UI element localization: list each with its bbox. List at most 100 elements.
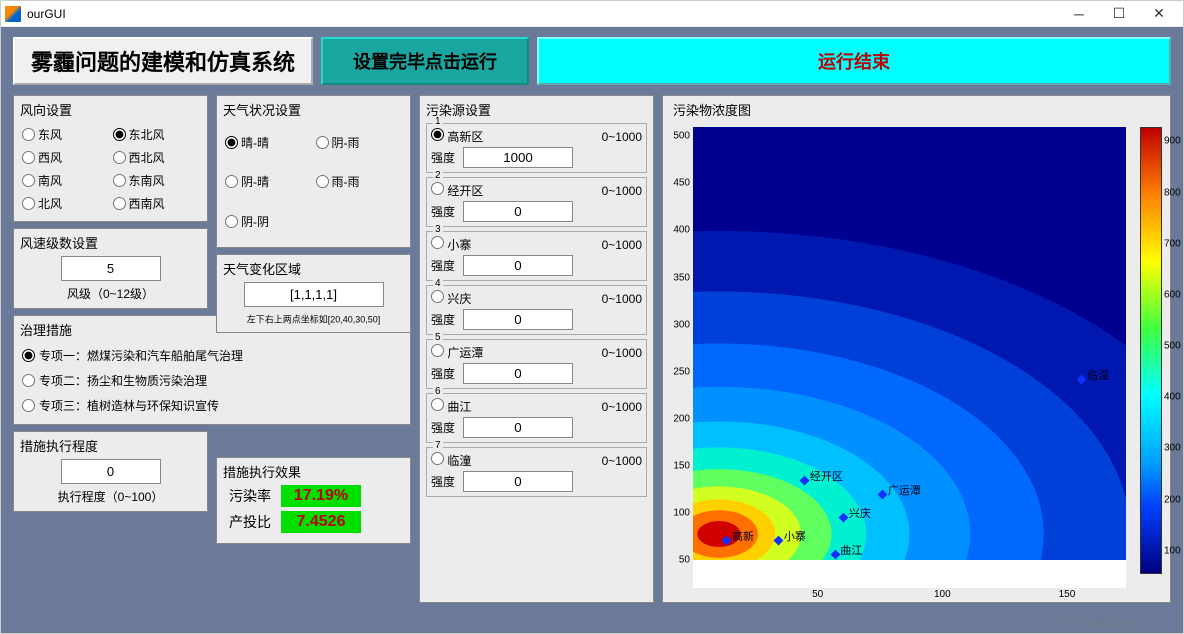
colorbar-tick: 300: [1161, 443, 1181, 454]
x-tick: 50: [812, 588, 823, 600]
exec-level-title: 措施执行程度: [20, 436, 201, 455]
intensity-input[interactable]: [463, 471, 573, 492]
intensity-input[interactable]: [463, 417, 573, 438]
wind-direction-panel: 风向设置 东风 东北风 西风 西北风 南风 东南风 北风 西南风: [13, 95, 208, 222]
x-tick: 100: [934, 588, 951, 600]
pollution-range: 0~1000: [602, 454, 642, 468]
pollution-source-group: 3 小寨0~1000 强度: [426, 231, 647, 281]
weather-option[interactable]: 阴-雨: [314, 123, 405, 162]
marker-label: 曲江: [840, 542, 862, 558]
titlebar: ourGUI ─ ☐ ✕: [1, 1, 1183, 27]
pollution-range: 0~1000: [602, 292, 642, 306]
system-title: 雾霾问题的建模和仿真系统: [13, 37, 313, 85]
colorbar-tick: 600: [1161, 289, 1181, 300]
marker-label: 小寨: [784, 528, 806, 544]
treatment-option[interactable]: 专项三：植树造林与环保知识宣传: [20, 393, 404, 418]
exec-effect-title: 措施执行效果: [223, 462, 404, 481]
marker-label: 经开区: [810, 468, 843, 484]
wind-dir-option[interactable]: 西风: [20, 146, 111, 169]
app-title: ourGUI: [27, 7, 1059, 21]
pollution-range: 0~1000: [602, 184, 642, 198]
run-button[interactable]: 设置完毕点击运行: [321, 37, 529, 85]
pollution-source-radio[interactable]: 曲江: [431, 398, 471, 415]
colorbar-tick: 200: [1161, 494, 1181, 505]
pollution-source-radio[interactable]: 小寨: [431, 236, 471, 253]
pollution-source-radio[interactable]: 广运潭: [431, 344, 483, 361]
y-tick: 150: [673, 461, 693, 472]
weather-area-panel: 天气变化区域 左下右上两点坐标如[20,40,30,50]: [216, 254, 411, 333]
minimize-button[interactable]: ─: [1059, 6, 1099, 22]
intensity-label: 强度: [431, 473, 455, 490]
pollution-source-radio[interactable]: 高新区: [431, 128, 483, 145]
treatment-option[interactable]: 专项一：燃煤污染和汽车船舶尾气治理: [20, 343, 404, 368]
y-tick: 400: [673, 225, 693, 236]
intensity-label: 强度: [431, 203, 455, 220]
pollution-source-group: 1 高新区0~1000 强度: [426, 123, 647, 173]
weather-option[interactable]: 阴-阴: [223, 202, 314, 241]
wind-dir-option[interactable]: 南风: [20, 169, 111, 192]
effect-label: 产投比: [229, 512, 271, 532]
pollution-source-radio[interactable]: 经开区: [431, 182, 483, 199]
weather-option[interactable]: 晴-晴: [223, 123, 314, 162]
pollution-source-group: 5 广运潭0~1000 强度: [426, 339, 647, 389]
wind-dir-option[interactable]: 北风: [20, 192, 111, 215]
app-window: ourGUI ─ ☐ ✕ 雾霾问题的建模和仿真系统 设置完毕点击运行 运行结束 …: [0, 0, 1184, 634]
app-icon: [5, 6, 21, 22]
intensity-input[interactable]: [463, 201, 573, 222]
wind-dir-option[interactable]: 东北风: [111, 123, 202, 146]
weather-area-input[interactable]: [244, 282, 384, 307]
done-button[interactable]: 运行结束: [537, 37, 1171, 85]
marker-label: 高新: [732, 528, 754, 544]
pollution-source-radio[interactable]: 兴庆: [431, 290, 471, 307]
colorbar-tick: 400: [1161, 392, 1181, 403]
workspace: 雾霾问题的建模和仿真系统 设置完毕点击运行 运行结束 风向设置 东风 东北风 西…: [1, 27, 1183, 633]
intensity-input[interactable]: [463, 147, 573, 168]
pollution-range: 0~1000: [602, 400, 642, 414]
colorbar-tick: 500: [1161, 341, 1181, 352]
pollution-source-group: 6 曲江0~1000 强度: [426, 393, 647, 443]
colorbar-tick: 700: [1161, 238, 1181, 249]
y-tick: 500: [673, 131, 693, 142]
weather-option[interactable]: 雨-雨: [314, 162, 405, 201]
pollution-source-group: 2 经开区0~1000 强度: [426, 177, 647, 227]
y-tick: 100: [673, 508, 693, 519]
intensity-label: 强度: [431, 311, 455, 328]
exec-level-panel: 措施执行程度 执行程度（0~100）: [13, 431, 208, 512]
chart-area: 50045040035030025020015010050 50100150 高…: [693, 127, 1126, 588]
wind-speed-input[interactable]: [61, 256, 161, 281]
intensity-input[interactable]: [463, 309, 573, 330]
wind-dir-option[interactable]: 东风: [20, 123, 111, 146]
weather-cond-title: 天气状况设置: [223, 100, 404, 119]
exec-level-input[interactable]: [61, 459, 161, 484]
y-tick: 300: [673, 319, 693, 330]
maximize-button[interactable]: ☐: [1099, 5, 1139, 22]
marker-label: 临潼: [1087, 367, 1109, 383]
exec-effect-panel: 措施执行效果 污染率17.19%产投比7.4526: [216, 457, 411, 544]
weather-area-caption: 左下右上两点坐标如[20,40,30,50]: [232, 312, 395, 326]
pollution-source-group: 7 临潼0~1000 强度: [426, 447, 647, 497]
exec-level-caption: 执行程度（0~100）: [20, 488, 201, 505]
pollution-range: 0~1000: [602, 130, 642, 144]
y-tick: 350: [673, 272, 693, 283]
colorbar-tick: 900: [1161, 136, 1181, 147]
wind-dir-option[interactable]: 西南风: [111, 192, 202, 215]
close-button[interactable]: ✕: [1139, 5, 1179, 22]
wind-dir-option[interactable]: 东南风: [111, 169, 202, 192]
pollution-source-radio[interactable]: 临潼: [431, 452, 471, 469]
wind-speed-title: 风速级数设置: [20, 233, 201, 252]
y-tick: 250: [673, 366, 693, 377]
chart-title: 污染物浓度图: [673, 100, 1164, 119]
intensity-label: 强度: [431, 149, 455, 166]
y-tick: 450: [673, 178, 693, 189]
wind-speed-panel: 风速级数设置 风级（0~12级）: [13, 228, 208, 309]
weather-option[interactable]: 阴-晴: [223, 162, 314, 201]
intensity-input[interactable]: [463, 255, 573, 276]
colorbar-tick: 100: [1161, 545, 1181, 556]
marker-label: 兴庆: [849, 505, 871, 521]
wind-dir-option[interactable]: 西北风: [111, 146, 202, 169]
intensity-input[interactable]: [463, 363, 573, 384]
wind-speed-caption: 风级（0~12级）: [20, 285, 201, 302]
pollution-range: 0~1000: [602, 238, 642, 252]
treatment-option[interactable]: 专项二：扬尘和生物质污染治理: [20, 368, 404, 393]
intensity-label: 强度: [431, 257, 455, 274]
